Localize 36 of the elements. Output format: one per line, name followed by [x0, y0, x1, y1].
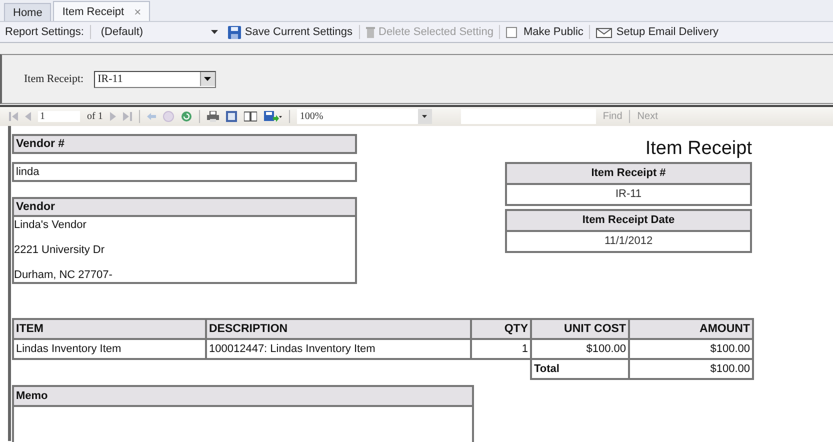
field-value: IR-11	[614, 187, 643, 202]
field-value: 11/1/2012	[603, 234, 654, 249]
tab[interactable]: Item Receipt ×	[53, 1, 150, 21]
total-value: $100.00	[629, 359, 753, 379]
column-header: QTY	[471, 319, 531, 339]
page-count: of 1	[87, 111, 103, 122]
column-header: DESCRIPTION	[206, 319, 471, 339]
table-cell: $100.00	[531, 339, 629, 359]
save-settings-button[interactable]: Save Current Settings	[228, 26, 352, 38]
address-line: Durham, NC 27707-	[14, 269, 114, 281]
field-header: Vendor #	[12, 134, 357, 154]
table-cell: Lindas Inventory Item	[13, 339, 206, 359]
email-delivery-button[interactable]: Setup Email Delivery	[596, 26, 718, 38]
field-header: Item Receipt #	[507, 164, 750, 185]
address-line: 2221 University Dr	[14, 244, 106, 256]
field-header: Vendor	[12, 197, 357, 217]
field-header: Item Receipt Date	[507, 211, 750, 232]
page-number-field[interactable]: 1	[38, 111, 80, 122]
settings-label: Report Settings:	[5, 26, 84, 38]
parameter-label: Item Receipt:	[24, 73, 84, 85]
tab[interactable]: Home	[4, 3, 52, 21]
total-label: Total	[531, 359, 629, 379]
vendor-number-field: linda	[12, 162, 357, 182]
address-line: Linda's Vendor	[14, 219, 88, 231]
table-cell: $100.00	[629, 339, 753, 359]
report-title: Item Receipt	[644, 137, 752, 161]
column-header: AMOUNT	[629, 319, 753, 339]
column-header: ITEM	[13, 319, 206, 339]
parameter-dropdown[interactable]: IR-11	[94, 70, 216, 88]
column-header: UNIT COST	[531, 319, 629, 339]
table-cell: 1	[471, 339, 531, 359]
zoom-dropdown[interactable]: 100%	[296, 109, 432, 124]
settings-dropdown[interactable]: (Default)	[96, 24, 222, 40]
table-cell: 100012447: Lindas Inventory Item	[206, 339, 471, 359]
make-public-label: Make Public	[523, 26, 584, 38]
field-header: Memo	[14, 387, 472, 407]
